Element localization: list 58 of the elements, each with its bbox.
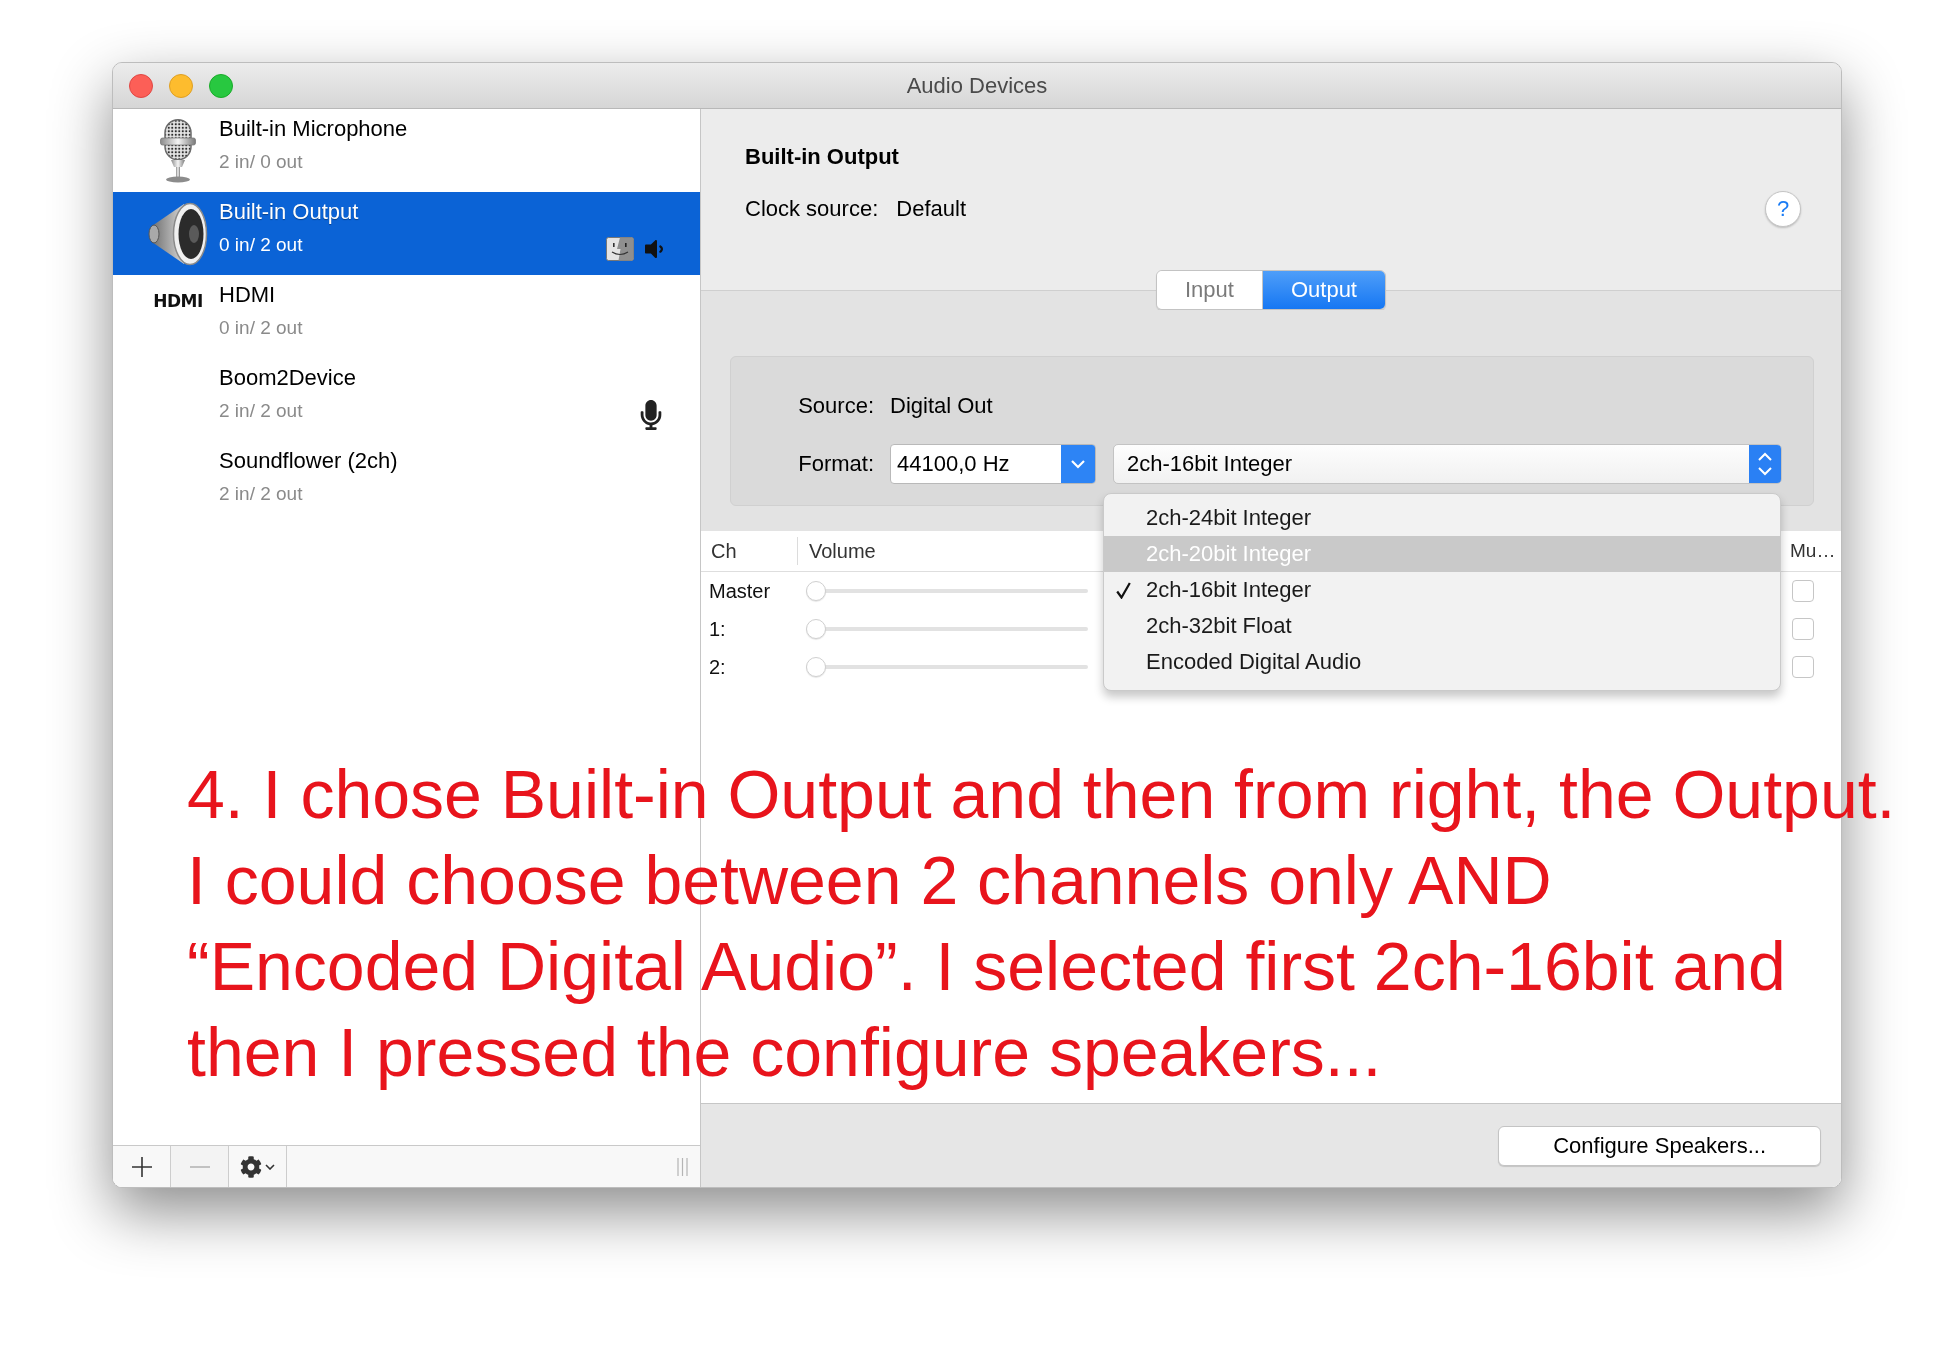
annotation-text: 4. I chose Built-in Output and then from right, the Output. I could choose between 2 channels only AND “Encoded Digital Audio”. I selected first 2ch-16bit and then I pressed the configure speakers... bbox=[187, 755, 1896, 1092]
sample-rate-combo[interactable]: 44100,0 Hz bbox=[890, 444, 1096, 484]
zoom-button[interactable] bbox=[209, 73, 233, 98]
volume-slider[interactable] bbox=[806, 657, 1088, 677]
mute-checkbox[interactable] bbox=[1792, 618, 1814, 640]
device-name: HDMI bbox=[219, 281, 276, 309]
clock-source-label: Clock source: bbox=[745, 195, 879, 223]
column-header: Mu… bbox=[1790, 539, 1836, 563]
device-name: Boom2Device bbox=[219, 364, 356, 392]
resize-grip-icon[interactable] bbox=[677, 1157, 688, 1176]
volume-slider[interactable] bbox=[806, 581, 1088, 601]
tab[interactable]: Input bbox=[1157, 271, 1262, 309]
channel-name: Master bbox=[709, 579, 771, 604]
menu-item[interactable]: 2ch-16bit Integer bbox=[1104, 572, 1780, 608]
caret-icon bbox=[265, 1163, 275, 1170]
column-header: Ch bbox=[711, 539, 737, 564]
menu-item[interactable]: Encoded Digital Audio bbox=[1104, 644, 1780, 680]
close-button[interactable] bbox=[129, 73, 153, 98]
format-label: Format: bbox=[798, 450, 874, 478]
speaker-icon bbox=[148, 201, 208, 266]
device-item[interactable]: Built-in Output 0 in/ 2 out bbox=[113, 192, 700, 275]
device-name: Built-in Microphone bbox=[219, 115, 408, 143]
channel-name: 1: bbox=[709, 617, 726, 642]
up-down-chevron-icon bbox=[1749, 445, 1781, 483]
device-name: Soundflower (2ch) bbox=[219, 447, 398, 475]
microphone-icon bbox=[160, 118, 196, 183]
mute-checkbox[interactable] bbox=[1792, 580, 1814, 602]
configure-speakers-button[interactable]: Configure Speakers... bbox=[1498, 1125, 1821, 1166]
mute-checkbox[interactable] bbox=[1792, 656, 1814, 678]
column-header: Volume bbox=[809, 539, 876, 564]
plus-icon bbox=[131, 1156, 152, 1177]
device-channel-count: 0 in/ 2 out bbox=[219, 233, 303, 257]
device-channel-count: 2 in/ 2 out bbox=[219, 399, 303, 423]
chevron-down-icon bbox=[1061, 445, 1095, 483]
minus-icon bbox=[189, 1165, 210, 1168]
clock-source-value: Default bbox=[896, 195, 966, 223]
add-button[interactable] bbox=[113, 1146, 171, 1187]
volume-slider[interactable] bbox=[806, 619, 1088, 639]
device-name: Built-in Output bbox=[219, 198, 359, 226]
device-title: Built-in Output bbox=[745, 143, 899, 171]
minimize-button[interactable] bbox=[169, 73, 193, 98]
slider-thumb[interactable] bbox=[806, 581, 826, 601]
device-channel-count: 2 in/ 2 out bbox=[219, 482, 303, 506]
format-popup[interactable]: 2ch-16bit Integer bbox=[1113, 444, 1782, 484]
slider-thumb[interactable] bbox=[806, 619, 826, 639]
menu-item[interactable]: 2ch-24bit Integer bbox=[1104, 500, 1780, 536]
checkmark-icon bbox=[1116, 581, 1131, 599]
source-label: Source: bbox=[798, 392, 874, 420]
slider-thumb[interactable] bbox=[806, 657, 826, 677]
source-value: Digital Out bbox=[890, 392, 993, 420]
device-logo: HDMI bbox=[153, 291, 203, 311]
device-channel-count: 0 in/ 2 out bbox=[219, 316, 303, 340]
gear-icon bbox=[240, 1155, 262, 1178]
menu-item[interactable]: 2ch-32bit Float bbox=[1104, 608, 1780, 644]
channel-name: 2: bbox=[709, 655, 726, 680]
device-channel-count: 2 in/ 0 out bbox=[219, 150, 303, 174]
help-button[interactable]: ? bbox=[1765, 191, 1801, 227]
window-title: Audio Devices bbox=[906, 71, 1048, 100]
